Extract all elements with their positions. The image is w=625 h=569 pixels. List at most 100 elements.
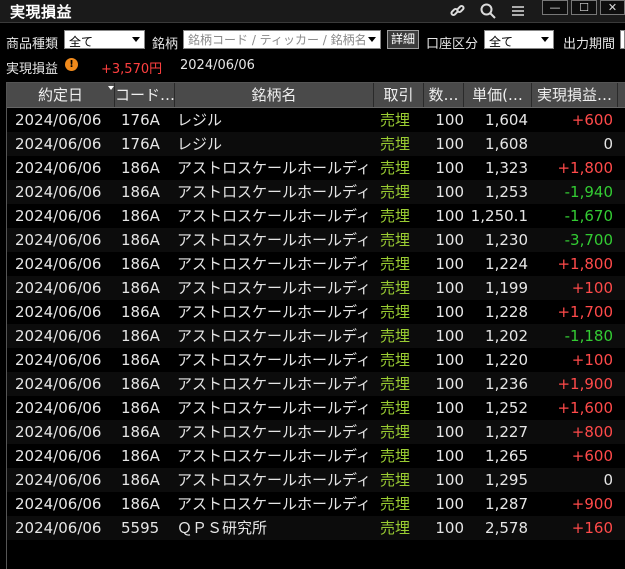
cell-name: アストロスケールホールディンク <box>177 207 373 225</box>
product-type-select[interactable]: 全て <box>64 30 145 49</box>
cell-date: 2024/06/06 <box>15 447 102 465</box>
table-row[interactable]: 2024/06/06 186A アストロスケールホールディンク売埋 100 1,253 -… <box>7 180 625 204</box>
cell-code: 186A <box>121 303 160 321</box>
cell-pnl: +160 <box>571 519 613 537</box>
table-row[interactable]: 2024/06/06 186A アストロスケールホールディンク売埋 100 1,224 +… <box>7 252 625 276</box>
cell-pnl: +800 <box>571 423 613 441</box>
table-row[interactable]: 2024/06/06 186A アストロスケールホールディンク売埋 100 1,252 +… <box>7 396 625 420</box>
cell-trade: 売埋 <box>380 207 411 225</box>
header-price[interactable]: 単価(… <box>464 83 532 107</box>
warning-icon[interactable]: ! <box>65 58 78 71</box>
header-date[interactable]: 約定日 <box>7 83 115 107</box>
cell-price: 1,228 <box>485 303 528 321</box>
maximize-button[interactable]: ☐ <box>571 0 597 15</box>
cell-pnl: 0 <box>603 471 613 489</box>
cell-code: 186A <box>121 471 160 489</box>
cell-qty: 100 <box>435 159 464 177</box>
cell-date: 2024/06/06 <box>15 399 102 417</box>
cell-pnl: +600 <box>571 447 613 465</box>
cell-qty: 100 <box>435 207 464 225</box>
close-button[interactable]: ✕ <box>600 0 625 15</box>
cell-date: 2024/06/06 <box>15 303 102 321</box>
cell-date: 2024/06/06 <box>15 375 102 393</box>
cell-trade: 売埋 <box>380 327 411 345</box>
symbol-input[interactable] <box>184 31 366 48</box>
cell-price: 1,604 <box>485 111 528 129</box>
detail-button[interactable]: 詳細 <box>387 30 419 49</box>
table-row[interactable]: 2024/06/06 5595 ＱＰＳ研究所 売埋 100 2,578 +160 <box>7 516 625 540</box>
cell-pnl: +1,700 <box>557 303 613 321</box>
sort-desc-icon <box>108 86 114 90</box>
minimize-button[interactable]: — <box>542 0 568 15</box>
cell-code: 176A <box>121 111 160 129</box>
horizontal-scrollbar[interactable] <box>7 563 625 569</box>
table-row[interactable]: 2024/06/06 186A アストロスケールホールディンク売埋 100 1,250.… <box>7 204 625 228</box>
cell-name: アストロスケールホールディンク <box>177 327 373 345</box>
period-select[interactable] <box>620 30 625 49</box>
cell-price: 1,295 <box>485 471 528 489</box>
realized-pnl-label: 実現損益 <box>6 62 59 77</box>
window-titlebar: 実現損益 — ☐ ✕ <box>0 0 625 23</box>
cell-qty: 100 <box>435 471 464 489</box>
cell-qty: 100 <box>435 255 464 273</box>
cell-trade: 売埋 <box>380 471 411 489</box>
cell-price: 1,323 <box>485 159 528 177</box>
cell-code: 176A <box>121 135 160 153</box>
table-row[interactable]: 2024/06/06 186A アストロスケールホールディンク売埋 100 1,228 +… <box>7 300 625 324</box>
cell-price: 1,250.1 <box>470 207 528 225</box>
cell-date: 2024/06/06 <box>15 279 102 297</box>
header-name[interactable]: 銘柄名 <box>175 83 374 107</box>
filter-bar: 商品種類 全て 銘柄 詳細 口座区分 全て 出力期間 <box>0 28 625 52</box>
table-row[interactable]: 2024/06/06 186A アストロスケールホールディンク売埋 100 1,220 +… <box>7 348 625 372</box>
table-row[interactable]: 2024/06/06 186A アストロスケールホールディンク売埋 100 1,227 +… <box>7 420 625 444</box>
cell-qty: 100 <box>435 111 464 129</box>
product-type-value: 全て <box>69 35 94 49</box>
cell-pnl: +1,800 <box>557 255 613 273</box>
cell-name: アストロスケールホールディンク <box>177 375 373 393</box>
table-row[interactable]: 2024/06/06 186A アストロスケールホールディンク売埋 100 1,202 -… <box>7 324 625 348</box>
table-row[interactable]: 2024/06/06 186A アストロスケールホールディンク売埋 100 1,230 -… <box>7 228 625 252</box>
table-row[interactable]: 2024/06/06 176A レジル 売埋 100 1,604 +600 <box>7 108 625 132</box>
table-row[interactable]: 2024/06/06 186A アストロスケールホールディンク売埋 100 1,199 +… <box>7 276 625 300</box>
cell-trade: 売埋 <box>380 183 411 201</box>
cell-pnl: -1,670 <box>564 207 613 225</box>
menu-icon[interactable] <box>509 2 527 20</box>
cell-code: 186A <box>121 399 160 417</box>
cell-date: 2024/06/06 <box>15 327 102 345</box>
header-pnl[interactable]: 実現損益… <box>532 83 618 107</box>
realized-pnl-total: +3,570円 <box>101 62 163 77</box>
cell-pnl: +1,800 <box>557 159 613 177</box>
summary-bar: 実現損益 ! +3,570円 2024/06/06 <box>0 56 625 77</box>
cell-qty: 100 <box>435 423 464 441</box>
cell-date: 2024/06/06 <box>15 207 102 225</box>
table-header: 約定日 コード… 銘柄名 取引 数… 単価(… 実現損益… <box>7 83 625 108</box>
cell-name: ＱＰＳ研究所 <box>177 519 268 537</box>
header-code[interactable]: コード… <box>115 83 175 107</box>
cell-code: 186A <box>121 279 160 297</box>
table-row[interactable]: 2024/06/06 186A アストロスケールホールディンク売埋 100 1,323 +… <box>7 156 625 180</box>
table-row[interactable]: 2024/06/06 186A アストロスケールホールディンク売埋 100 1,236 +… <box>7 372 625 396</box>
search-icon[interactable] <box>479 2 497 20</box>
cell-date: 2024/06/06 <box>15 519 102 537</box>
table-row[interactable]: 2024/06/06 176A レジル 売埋 100 1,608 0 <box>7 132 625 156</box>
cell-code: 186A <box>121 183 160 201</box>
account-select[interactable]: 全て <box>484 30 554 49</box>
cell-trade: 売埋 <box>380 375 411 393</box>
link-icon[interactable] <box>449 2 467 20</box>
chevron-down-icon <box>541 37 549 42</box>
cell-name: アストロスケールホールディンク <box>177 255 373 273</box>
cell-name: アストロスケールホールディンク <box>177 351 373 369</box>
cell-name: レジル <box>177 135 223 153</box>
table-row[interactable]: 2024/06/06 186A アストロスケールホールディンク売埋 100 1,287 +… <box>7 492 625 516</box>
table-row[interactable]: 2024/06/06 186A アストロスケールホールディンク売埋 100 1,295 0 <box>7 468 625 492</box>
cell-trade: 売埋 <box>380 351 411 369</box>
symbol-select[interactable] <box>183 30 381 49</box>
cell-price: 1,253 <box>485 183 528 201</box>
header-trade[interactable]: 取引 <box>374 83 424 107</box>
realized-pnl-table: 約定日 コード… 銘柄名 取引 数… 単価(… 実現損益… 2024/06/06… <box>6 82 625 569</box>
table-row[interactable]: 2024/06/06 186A アストロスケールホールディンク売埋 100 1,265 +… <box>7 444 625 468</box>
header-qty[interactable]: 数… <box>424 83 464 107</box>
cell-price: 1,199 <box>485 279 528 297</box>
cell-price: 1,265 <box>485 447 528 465</box>
cell-name: アストロスケールホールディンク <box>177 183 373 201</box>
